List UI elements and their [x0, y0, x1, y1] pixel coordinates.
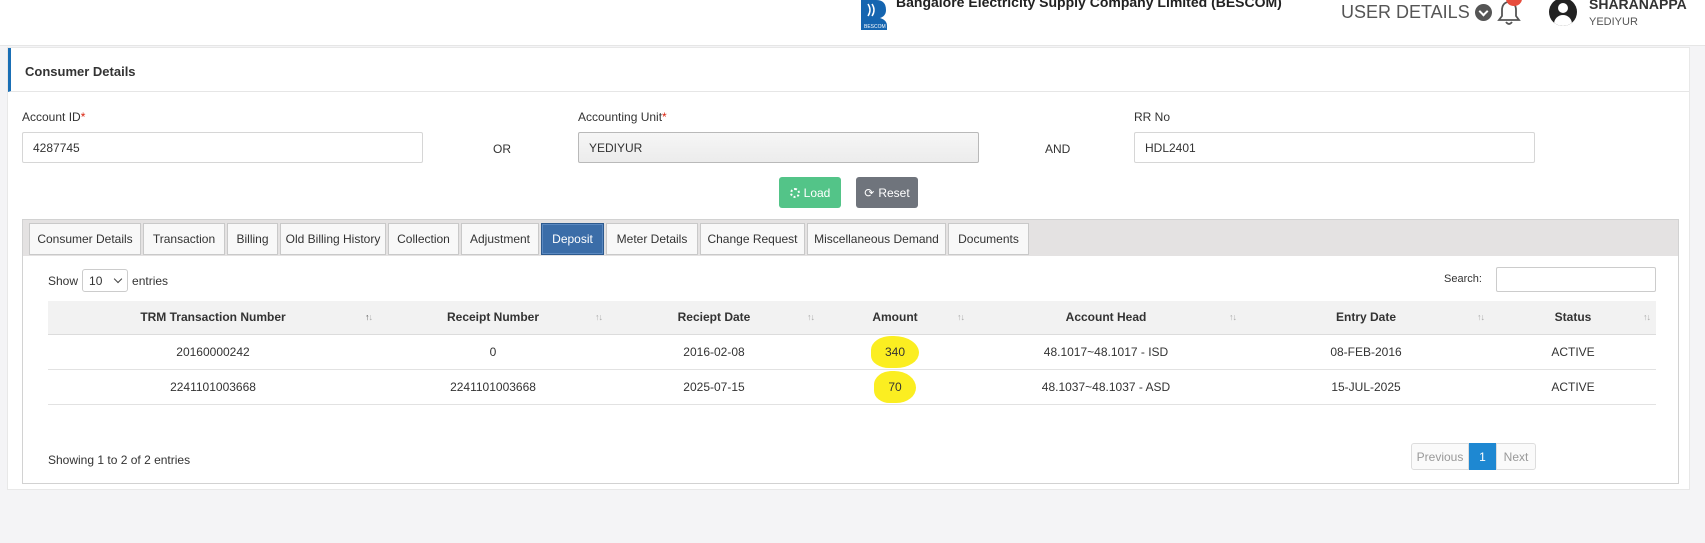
user-details-menu[interactable]: USER DETAILS — [1341, 2, 1492, 23]
column-header[interactable]: Reciept Date ↑↓ — [608, 301, 820, 335]
table-cell: 0 — [489, 344, 497, 359]
tab-change-request[interactable]: Change Request — [700, 223, 805, 255]
page-length-control: Show 10 entries — [48, 269, 168, 292]
column-header[interactable]: Receipt Number ↑↓ — [378, 301, 608, 335]
sort-icon: ↑↓ — [1477, 312, 1485, 322]
svg-text:BESCOM: BESCOM — [864, 24, 886, 30]
load-button[interactable]: Load — [779, 177, 841, 208]
tab-collection[interactable]: Collection — [388, 223, 459, 255]
next-page-button[interactable]: Next — [1496, 443, 1536, 470]
tab-old-billing-history[interactable]: Old Billing History — [280, 223, 386, 255]
company-name: Bangalore Electricity Supply Company Lim… — [896, 0, 1282, 10]
column-header[interactable]: Entry Date ↑↓ — [1242, 301, 1490, 335]
tab-adjustment[interactable]: Adjustment — [461, 223, 539, 255]
table-cell: 20160000242 — [176, 344, 250, 359]
tab-miscellaneous-demand[interactable]: Miscellaneous Demand — [807, 223, 946, 255]
pagination: Previous 1 Next — [1411, 443, 1536, 470]
table-cell: 2016-02-08 — [683, 344, 745, 359]
table-cell: 48.1037~48.1037 - ASD — [1041, 379, 1171, 394]
refresh-icon: ⟳ — [864, 185, 875, 200]
show-label: Show — [48, 273, 79, 288]
table-row: 20160000242 0 2016-02-08 340 48.1017~48.… — [48, 334, 1656, 369]
table-info: Showing 1 to 2 of 2 entries — [48, 453, 191, 467]
table-cell: 2025-07-15 — [683, 379, 745, 394]
tab-consumer-details[interactable]: Consumer Details — [29, 223, 141, 255]
deposit-table: TRM Transaction Number ↑↓ Receipt Number ↑… — [48, 301, 1656, 405]
search-input[interactable] — [1496, 267, 1656, 292]
rr-no-label: RR No — [1134, 110, 1171, 124]
user-name: SHARANAPPA — [1589, 0, 1687, 12]
chevron-down-icon — [113, 274, 123, 284]
tab-documents[interactable]: Documents — [948, 223, 1029, 255]
page-length-value: 10 — [89, 273, 103, 288]
panel-header: Consumer Details — [8, 48, 1689, 92]
user-location: YEDIYUR — [1589, 16, 1638, 28]
consumer-details-panel: Consumer Details Account ID* OR Accounti… — [7, 47, 1690, 490]
table-cell: 2241101003668 — [170, 379, 256, 394]
page-1-button[interactable]: 1 — [1469, 443, 1496, 470]
top-header: BESCOM Bangalore Electricity Supply Comp… — [0, 0, 1705, 46]
accounting-unit-label: Accounting Unit* — [578, 110, 667, 124]
chevron-down-icon — [1474, 4, 1492, 21]
tab-deposit[interactable]: Deposit — [541, 223, 604, 255]
table-cell: 70 — [820, 369, 970, 404]
highlight-mark: 340 — [870, 335, 920, 368]
search-label: Search: — [1444, 273, 1482, 285]
tab-meter-details[interactable]: Meter Details — [606, 223, 698, 255]
spinner-icon — [789, 187, 800, 198]
tab-billing[interactable]: Billing — [227, 223, 278, 255]
sort-icon: ↑↓ — [957, 312, 965, 322]
table-cell: 08-FEB-2016 — [1330, 344, 1402, 359]
table-cell: 2241101003668 — [450, 379, 536, 394]
and-text: AND — [1045, 142, 1071, 156]
user-avatar-icon[interactable] — [1549, 0, 1577, 26]
sort-icon: ↑↓ — [595, 312, 603, 322]
sort-icon: ↑↓ — [1229, 312, 1237, 322]
column-header[interactable]: Amount ↑↓ — [820, 301, 970, 335]
table-row: 2241101003668 2241101003668 2025-07-15 7… — [48, 369, 1656, 404]
tab-transaction[interactable]: Transaction — [143, 223, 225, 255]
tabs-container: Consumer Details Transaction Billing Old… — [22, 219, 1679, 484]
account-id-label: Account ID* — [22, 110, 86, 124]
sort-icon: ↑↓ — [365, 312, 373, 322]
reset-button[interactable]: ⟳ Reset — [856, 177, 918, 208]
table-cell: 340 — [820, 334, 970, 369]
table-cell: ACTIVE — [1551, 344, 1595, 359]
sort-icon: ↑↓ — [807, 312, 815, 322]
column-header[interactable]: TRM Transaction Number ↑↓ — [48, 301, 378, 335]
tab-bar: Consumer Details Transaction Billing Old… — [23, 220, 1678, 256]
highlight-mark: 70 — [874, 370, 917, 403]
reset-label: Reset — [878, 185, 910, 200]
accounting-unit-select[interactable] — [578, 132, 979, 163]
or-text: OR — [493, 142, 511, 156]
page-length-select[interactable]: 10 — [82, 269, 129, 292]
table-header-row: TRM Transaction Number ↑↓ Receipt Number ↑… — [48, 301, 1656, 335]
table-cell: ACTIVE — [1551, 379, 1595, 394]
column-header[interactable]: Account Head ↑↓ — [970, 301, 1242, 335]
load-label: Load — [803, 185, 831, 200]
table-cell: 15-JUL-2025 — [1331, 379, 1401, 394]
bescom-logo: BESCOM — [858, 0, 888, 30]
panel-title: Consumer Details — [25, 64, 136, 79]
user-details-label: USER DETAILS — [1341, 2, 1470, 22]
entries-label: entries — [132, 273, 169, 288]
previous-page-button[interactable]: Previous — [1411, 443, 1469, 470]
account-id-input[interactable] — [22, 132, 423, 163]
rr-no-input[interactable] — [1134, 132, 1535, 163]
column-header[interactable]: Status ↑↓ — [1490, 301, 1656, 335]
table-cell: 48.1017~48.1017 - ISD — [1043, 344, 1169, 359]
sort-icon: ↑↓ — [1643, 312, 1651, 322]
